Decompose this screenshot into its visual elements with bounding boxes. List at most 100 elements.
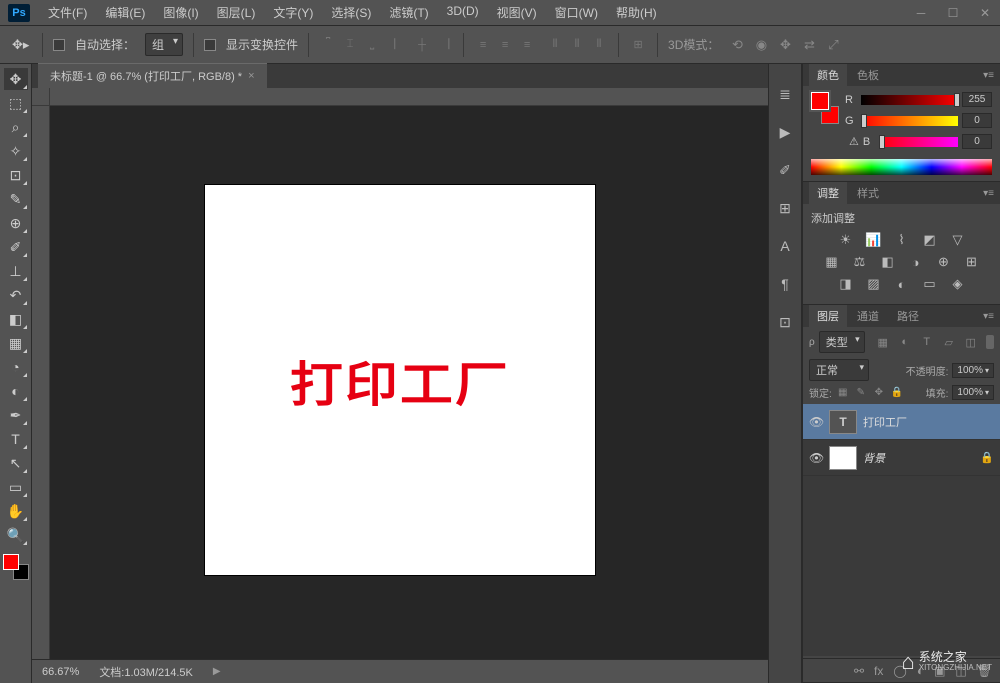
document-tab[interactable]: 未标题-1 @ 66.7% (打印工厂, RGB/8) * × xyxy=(38,63,267,88)
panel-menu-icon[interactable]: ▾≡ xyxy=(983,188,994,199)
zoom-level[interactable]: 66.67% xyxy=(42,666,79,678)
menu-edit[interactable]: 编辑(E) xyxy=(97,2,153,23)
lock-position-icon[interactable]: ✥ xyxy=(872,386,886,400)
g-slider[interactable] xyxy=(861,116,958,126)
tool-preset-picker[interactable]: ✥▸ xyxy=(12,35,32,55)
g-value[interactable]: 0 xyxy=(962,113,992,128)
filter-adjust-icon[interactable]: ◐ xyxy=(897,335,913,349)
curves-icon[interactable]: ⌇ xyxy=(892,232,912,248)
balance-icon[interactable]: ⚖ xyxy=(850,254,870,270)
character-panel-icon[interactable]: A xyxy=(775,236,795,256)
hand-tool[interactable]: ✋ xyxy=(4,500,28,522)
brush-tool[interactable]: ✐ xyxy=(4,236,28,258)
visibility-toggle-icon[interactable]: 👁 xyxy=(809,451,823,465)
move-tool[interactable]: ✥ xyxy=(4,68,28,90)
menu-image[interactable]: 图像(I) xyxy=(155,2,206,23)
show-transform-checkbox[interactable] xyxy=(204,39,216,51)
gradient-tool[interactable]: ▦ xyxy=(4,332,28,354)
properties-panel-icon[interactable]: ⊡ xyxy=(775,312,795,332)
visibility-toggle-icon[interactable]: 👁 xyxy=(809,415,823,429)
distribute-bottom-icon[interactable]: ≡ xyxy=(518,36,536,54)
distribute-hcenter-icon[interactable]: ⦀ xyxy=(568,36,586,54)
layer-item[interactable]: 👁 背景 🔒 xyxy=(803,440,1000,476)
history-panel-icon[interactable]: ≣ xyxy=(775,84,795,104)
panel-menu-icon[interactable]: ▾≡ xyxy=(983,311,994,322)
layer-fx-icon[interactable]: fx xyxy=(874,664,883,678)
tab-channels[interactable]: 通道 xyxy=(849,305,887,327)
ruler-vertical[interactable] xyxy=(32,106,50,659)
auto-align-icon[interactable]: ⊞ xyxy=(629,36,647,54)
lasso-tool[interactable]: ⌕ xyxy=(4,116,28,138)
paragraph-panel-icon[interactable]: ¶ xyxy=(775,274,795,294)
filter-type-dropdown[interactable]: 类型 xyxy=(819,331,865,353)
ruler-horizontal[interactable] xyxy=(50,88,768,106)
threshold-icon[interactable]: ◐ xyxy=(892,276,912,292)
eraser-tool[interactable]: ◧ xyxy=(4,308,28,330)
pan-3d-icon[interactable]: ✥ xyxy=(777,37,793,53)
filter-shape-icon[interactable]: ▱ xyxy=(941,335,957,349)
scale-3d-icon[interactable]: ⤢ xyxy=(825,37,841,53)
brightness-icon[interactable]: ☀ xyxy=(836,232,856,248)
auto-select-checkbox[interactable] xyxy=(53,39,65,51)
tab-color[interactable]: 颜色 xyxy=(809,64,847,86)
canvas-text-layer[interactable]: 打印工厂 xyxy=(290,345,510,415)
align-right-icon[interactable]: ⎹ xyxy=(435,36,453,54)
tab-adjustments[interactable]: 调整 xyxy=(809,182,847,204)
marquee-tool[interactable]: ⬚ xyxy=(4,92,28,114)
distribute-top-icon[interactable]: ≡ xyxy=(474,36,492,54)
r-slider[interactable] xyxy=(861,95,958,105)
layer-name[interactable]: 背景 xyxy=(863,450,974,466)
b-value[interactable]: 0 xyxy=(962,134,992,149)
layer-thumbnail[interactable] xyxy=(829,446,857,470)
clone-panel-icon[interactable]: ⊞ xyxy=(775,198,795,218)
b-slider[interactable] xyxy=(879,137,958,147)
menu-file[interactable]: 文件(F) xyxy=(40,2,95,23)
foreground-color[interactable] xyxy=(3,554,19,570)
menu-3d[interactable]: 3D(D) xyxy=(439,2,487,23)
distribute-right-icon[interactable]: ⦀ xyxy=(590,36,608,54)
fill-value[interactable]: 100% xyxy=(952,385,994,400)
menu-select[interactable]: 选择(S) xyxy=(323,2,379,23)
align-vcenter-icon[interactable]: ⌶ xyxy=(341,36,359,54)
blend-mode-dropdown[interactable]: 正常 xyxy=(809,359,869,381)
gradient-map-icon[interactable]: ▭ xyxy=(920,276,940,292)
canvas[interactable]: 打印工厂 xyxy=(205,185,595,575)
pen-tool[interactable]: ✒ xyxy=(4,404,28,426)
align-left-icon[interactable]: ⎸ xyxy=(391,36,409,54)
menu-type[interactable]: 文字(Y) xyxy=(265,2,321,23)
menu-filter[interactable]: 滤镜(T) xyxy=(381,2,436,23)
shape-tool[interactable]: ▭ xyxy=(4,476,28,498)
lock-transparent-icon[interactable]: ▦ xyxy=(836,386,850,400)
invert-icon[interactable]: ◨ xyxy=(836,276,856,292)
menu-help[interactable]: 帮助(H) xyxy=(608,2,665,23)
stamp-tool[interactable]: ⊥ xyxy=(4,260,28,282)
layer-thumbnail[interactable]: T xyxy=(829,410,857,434)
align-hcenter-icon[interactable]: ┼ xyxy=(413,36,431,54)
roll-3d-icon[interactable]: ◉ xyxy=(753,37,769,53)
path-select-tool[interactable]: ↖ xyxy=(4,452,28,474)
actions-panel-icon[interactable]: ▶ xyxy=(775,122,795,142)
filter-pixel-icon[interactable]: ▦ xyxy=(875,335,891,349)
crop-tool[interactable]: ⊡ xyxy=(4,164,28,186)
zoom-tool[interactable]: 🔍 xyxy=(4,524,28,546)
menu-window[interactable]: 窗口(W) xyxy=(547,2,606,23)
layer-item[interactable]: 👁 T 打印工厂 xyxy=(803,404,1000,440)
vibrance-icon[interactable]: ▽ xyxy=(948,232,968,248)
lock-all-icon[interactable]: 🔒 xyxy=(890,386,904,400)
gamut-warning-icon[interactable]: ⚠ xyxy=(849,135,859,148)
panel-menu-icon[interactable]: ▾≡ xyxy=(983,70,994,81)
bw-icon[interactable]: ◧ xyxy=(878,254,898,270)
color-ramp[interactable] xyxy=(811,159,992,175)
selective-color-icon[interactable]: ◈ xyxy=(948,276,968,292)
healing-tool[interactable]: ⊕ xyxy=(4,212,28,234)
r-value[interactable]: 255 xyxy=(962,92,992,107)
history-brush-tool[interactable]: ↶ xyxy=(4,284,28,306)
photo-filter-icon[interactable]: ◑ xyxy=(906,254,926,270)
brush-panel-icon[interactable]: ✐ xyxy=(775,160,795,180)
type-tool[interactable]: T xyxy=(4,428,28,450)
panel-color-swatches[interactable] xyxy=(811,92,839,124)
auto-select-dropdown[interactable]: 组 xyxy=(145,33,183,56)
link-layers-icon[interactable]: ⚯ xyxy=(854,664,864,678)
minimize-button[interactable]: ─ xyxy=(914,6,928,20)
distribute-vcenter-icon[interactable]: ≡ xyxy=(496,36,514,54)
